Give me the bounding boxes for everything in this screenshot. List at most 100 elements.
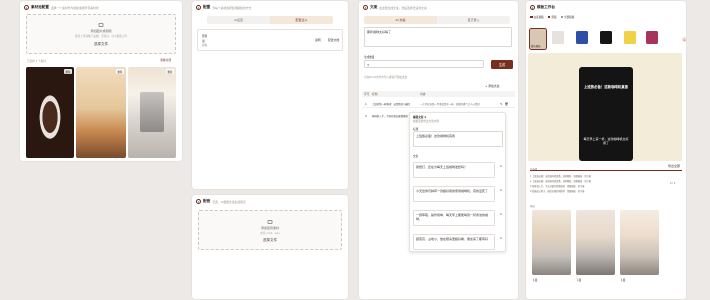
panel-title: 模板工作台 <box>537 5 555 9</box>
config-label: 原则 <box>202 35 208 38</box>
video-thumb-1[interactable] <box>532 210 571 275</box>
upload-icon <box>98 23 104 27</box>
topic-input[interactable]: 那杯咖啡太好喝了 <box>364 27 512 47</box>
sentence-actions-icon[interactable]: ⧉ <box>500 236 502 240</box>
add-copy-link[interactable]: + 添加文案 <box>485 84 499 88</box>
copy-sentence[interactable]: 今天给你们种草一款超好用的家用咖啡机，真的爱死了 <box>413 186 495 202</box>
tab-ai-copy[interactable]: AI 文案 <box>364 16 437 24</box>
template-swatch-yellow[interactable] <box>624 31 636 44</box>
template-swatch-black[interactable] <box>600 31 612 44</box>
step-number: 4 <box>530 5 535 10</box>
download-label[interactable]: 下载 <box>620 278 625 282</box>
config-sub: 模板 <box>202 44 208 47</box>
export-list-item: 2 上班族必备！这款咖啡机真香，效率翻倍 · 竖版模板 · 带字幕 <box>530 180 591 183</box>
copy-editor-popover: 编辑文案 1 根据需要修改文案内容 标题 上班族必备！这款咖啡机真香 文案 我想… <box>409 112 506 252</box>
sentence-actions-icon[interactable]: ⧉ <box>500 212 502 216</box>
delete-tag[interactable]: 删除 <box>63 69 72 75</box>
config-card: 原则 语 模板 说明 配置文档 <box>197 29 343 51</box>
option-all[interactable]: 全部模板 <box>560 15 574 19</box>
list-count: 4 / 4 <box>670 182 676 185</box>
tab-manual-input[interactable]: 自己录入 <box>437 16 510 24</box>
selected-count: 已选择 3 个素材 <box>27 60 46 63</box>
export-list-item: 1 上班族必备！这款咖啡机真香，效率翻倍 · 竖版模板 · 带字幕 <box>530 175 591 178</box>
col-content: 内容 <box>420 92 426 96</box>
preview-area: 上班族必备！这款咖啡机真香 每天早上来一杯，这款咖啡机太好用了 <box>528 53 682 161</box>
delete-icon[interactable]: 🗑 <box>505 102 509 106</box>
row-index: 2 <box>365 114 367 118</box>
count-value: 3 <box>367 62 369 67</box>
machine-shape <box>140 92 164 132</box>
option-vertical[interactable]: 竖版 <box>547 15 557 19</box>
step-number: 2 <box>196 5 201 10</box>
panel-subtitle: 可选，AI根据文案生成配音 <box>212 199 246 204</box>
panel-title: 配置 <box>203 5 211 9</box>
template-swatch-blue[interactable] <box>576 31 588 44</box>
upload-dropzone[interactable]: 添加图片或视频 建议上传清晰产品图，不超过，可以批量上传 选择文件 <box>26 14 176 54</box>
download-label[interactable]: 下载 <box>532 278 537 282</box>
sentence-actions-icon[interactable]: ⧉ <box>500 188 502 192</box>
upload-icon <box>267 220 273 224</box>
voice-dropzone[interactable]: 添加配音素材 支持 mp3、wav 选择文件 <box>198 210 342 250</box>
copy-mode-toggle: AI 文案 自己录入 <box>364 16 510 24</box>
editor-body-label: 文案 <box>413 155 419 158</box>
template-options: 白底模板 竖版 全部模板 <box>530 14 682 20</box>
tab-config-talent[interactable]: 配置达人 <box>270 16 333 24</box>
panel-header: 4 模板工作台 <box>530 4 682 11</box>
copy-sentence[interactable]: 一键萃取，操作简单，每天早上都能喝到一杯香浓的咖啡， <box>413 210 495 226</box>
table-row[interactable]: 1 上班的第一杯咖啡：这是我的小确幸 一大早起来第一件事就是冲一杯，浓郁的香气让… <box>362 100 515 108</box>
clear-all-link[interactable]: 清除全部 <box>160 58 171 62</box>
row-index: 1 <box>365 101 367 106</box>
checkbox-icon <box>560 15 564 18</box>
panel-subtitle: 选择一个素材作为模板或者所有素材池 <box>50 5 99 10</box>
close-icon[interactable]: × <box>682 37 686 42</box>
preview-title: 上班族必备！这款咖啡机真香 <box>583 85 629 89</box>
option-white-bg[interactable]: 白底模板 <box>530 15 544 19</box>
editor-subtitle: 根据需要修改文案内容 <box>413 120 439 123</box>
export-list-item: 4 颜值高占地小，厨房必备好物推荐 · 竖版模板 · 带字幕 <box>530 190 585 193</box>
template-swatch-light[interactable] <box>552 31 564 44</box>
copy-sentence[interactable]: 颜值高，占地小，放在厨房里超好看，朋友来了都夸好 <box>413 234 495 250</box>
list-divider <box>530 170 682 171</box>
panel-header: 2 配置 为每个素材选择使用模板的方式 <box>196 4 344 11</box>
panel-subtitle: 在这里生成文案，然后选择合适的文案 <box>379 5 427 10</box>
tab-ai-settings[interactable]: AI设置 <box>207 16 270 24</box>
edit-icon[interactable]: ✎ <box>500 102 503 106</box>
dropzone-title: 添加配音素材 <box>260 226 279 230</box>
step-number: 3 <box>363 5 368 10</box>
col-title: 标题 <box>372 92 378 96</box>
checkbox-icon <box>530 15 533 18</box>
config-panel: 2 配置 为每个素材选择使用模板的方式 AI设置 配置达人 原则 语 模板 说明… <box>192 1 348 189</box>
copy-sentence[interactable]: 我想打，还在为每天上班咖啡发愁吗？ <box>413 162 495 178</box>
template-swatch-magenta[interactable] <box>646 31 658 44</box>
preview-body: 每天早上来一杯，这款咖啡机太好用了 <box>583 137 629 146</box>
delete-tag[interactable]: 删除 <box>165 69 174 75</box>
video-thumb-2[interactable] <box>576 210 615 275</box>
select-file-button[interactable]: 选择文件 <box>263 238 277 243</box>
panel-title: 文案 <box>370 5 378 9</box>
panel-header: 3 配音 可选，AI根据文案生成配音 <box>196 198 344 205</box>
row-content: 一大早起来第一件事就是冲一杯，浓郁的香气让人心情好 <box>420 102 480 106</box>
material-photo-2[interactable]: 删除 <box>76 67 126 158</box>
dropzone-hint: 支持 mp3、wav <box>260 232 280 235</box>
editor-heading-input[interactable]: 上班族必备！这款咖啡机真香 <box>413 131 503 147</box>
delete-tag[interactable]: 删除 <box>115 69 124 75</box>
sentence-actions-icon[interactable]: ⧉ <box>500 164 502 168</box>
select-file-button[interactable]: 选择文件 <box>94 42 108 47</box>
video-thumb-3[interactable] <box>620 210 659 275</box>
explain-button[interactable]: 说明 <box>315 38 321 42</box>
download-label[interactable]: 下载 <box>576 278 581 282</box>
export-label: 导出 <box>530 205 535 208</box>
count-label: 生成数量 <box>364 56 375 59</box>
count-input[interactable]: 3 <box>364 60 484 68</box>
panel-title: 素材池配置 <box>31 5 49 9</box>
export-all-link[interactable]: 导出全部 <box>668 164 680 168</box>
copywriting-panel: 3 文案 在这里生成文案，然后选择合适的文案 AI 文案 自己录入 那杯咖啡太好… <box>359 1 518 299</box>
swatch-label: 暖色模板 <box>531 45 541 48</box>
config-doc-button[interactable]: 配置文档 <box>328 38 339 42</box>
generate-button[interactable]: 生成 <box>491 60 513 69</box>
material-photo-3[interactable]: 删除 <box>128 67 176 158</box>
dropzone-hint: 建议上传清晰产品图，不超过，可以批量上传 <box>75 35 127 38</box>
material-photo-1[interactable]: 删除 <box>26 67 74 158</box>
phone-preview: 上班族必备！这款咖啡机真香 每天早上来一杯，这款咖啡机太好用了 <box>579 67 633 161</box>
panel-header: 1 素材池配置 选择一个素材作为模板或者所有素材池 <box>24 4 178 11</box>
